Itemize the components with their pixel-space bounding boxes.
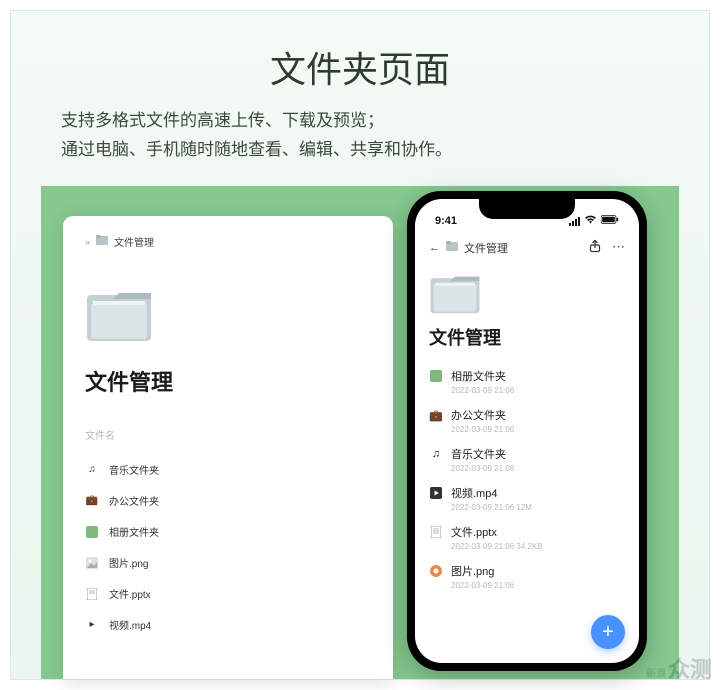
back-icon[interactable]: ← <box>429 242 440 254</box>
file-meta: 2022-03-09 21:06 <box>451 425 625 434</box>
breadcrumb[interactable]: » 文件管理 <box>85 234 371 249</box>
file-name: 音乐文件夹 <box>109 462 159 477</box>
folder-hero-icon <box>85 287 153 343</box>
file-row[interactable]: 视频.mp4 2022-03-09 21:06 12M <box>429 479 625 518</box>
folder-hero-icon <box>429 272 481 316</box>
file-name: 音乐文件夹 <box>451 446 506 462</box>
plus-icon: + <box>602 621 614 644</box>
breadcrumb-label[interactable]: 文件管理 <box>114 234 154 249</box>
desc-line-1: 支持多格式文件的高速上传、下载及预览； <box>61 107 659 136</box>
page-description: 支持多格式文件的高速上传、下载及预览； 通过电脑、手机随时随地查看、编辑、共享和… <box>61 107 659 165</box>
device-stage: » 文件管理 文件管理 文件名 ♫ 音乐文件夹 💼 办公文件夹 相 <box>41 186 679 679</box>
battery-icon <box>601 215 619 227</box>
file-name: 相册文件夹 <box>109 524 159 539</box>
phone-notch <box>479 199 575 219</box>
file-name: 办公文件夹 <box>109 493 159 508</box>
file-meta: 2022-03-09 21:06 <box>451 581 625 590</box>
phone-title: 文件管理 <box>429 324 625 350</box>
video-icon: ▸ <box>85 618 99 632</box>
phone-header: ← 文件管理 ⋯ <box>429 239 625 256</box>
file-row[interactable]: 文件.pptx <box>85 578 371 609</box>
file-name: 视频.mp4 <box>109 617 151 632</box>
file-meta: 2022-03-09 21:06 34.2KB <box>451 542 625 551</box>
file-name: 文件.pptx <box>451 524 497 540</box>
file-row[interactable]: ▸ 视频.mp4 <box>85 609 371 640</box>
music-icon: ♫ <box>429 447 443 461</box>
watermark-big: 众测 <box>668 652 712 684</box>
file-meta: 2022-03-09 21:06 <box>451 386 625 395</box>
image-icon <box>85 556 99 570</box>
file-row[interactable]: 💼 办公文件夹 <box>85 485 371 516</box>
document-icon <box>429 525 443 539</box>
file-row[interactable]: 文件.pptx 2022-03-09 21:06 34.2KB <box>429 518 625 557</box>
file-name: 视频.mp4 <box>451 485 497 501</box>
file-row[interactable]: 💼 办公文件夹 2022-03-09 21:06 <box>429 401 625 440</box>
add-button[interactable]: + <box>591 615 625 649</box>
share-icon[interactable] <box>588 239 602 256</box>
file-name: 文件.pptx <box>109 586 151 601</box>
file-meta: 2022-03-09 21:06 <box>451 464 625 473</box>
file-row[interactable]: 相册文件夹 2022-03-09 21:06 <box>429 362 625 401</box>
column-header-filename: 文件名 <box>85 427 371 442</box>
file-row[interactable]: ♫ 音乐文件夹 2022-03-09 21:06 <box>429 440 625 479</box>
status-time: 9:41 <box>435 215 457 227</box>
briefcase-icon: 💼 <box>429 408 443 422</box>
album-icon <box>429 369 443 383</box>
promo-frame: 文件夹页面 支持多格式文件的高速上传、下载及预览； 通过电脑、手机随时随地查看、… <box>10 10 710 680</box>
document-icon <box>85 587 99 601</box>
file-row[interactable]: 相册文件夹 <box>85 516 371 547</box>
file-row[interactable]: 图片.png <box>85 547 371 578</box>
phone-breadcrumb-label[interactable]: 文件管理 <box>464 240 508 256</box>
watermark: 新浪 众测 <box>646 652 712 684</box>
page-title: 文件夹页面 <box>41 41 679 93</box>
album-icon <box>85 525 99 539</box>
file-row[interactable]: 图片.png 2022-03-09 21:06 <box>429 557 625 596</box>
desc-line-2: 通过电脑、手机随时随地查看、编辑、共享和协作。 <box>61 136 659 165</box>
music-icon: ♫ <box>85 463 99 477</box>
wifi-icon <box>584 215 597 227</box>
desktop-title: 文件管理 <box>85 365 371 397</box>
file-name: 办公文件夹 <box>451 407 506 423</box>
file-name: 图片.png <box>451 563 494 579</box>
folder-mini-icon <box>96 235 108 248</box>
desktop-app-panel: » 文件管理 文件管理 文件名 ♫ 音乐文件夹 💼 办公文件夹 相 <box>63 216 393 679</box>
file-name: 图片.png <box>109 555 148 570</box>
breadcrumb-expand-icon[interactable]: » <box>85 237 90 247</box>
cellular-icon <box>569 217 580 226</box>
folder-mini-icon <box>446 241 458 254</box>
file-name: 相册文件夹 <box>451 368 506 384</box>
file-row[interactable]: ♫ 音乐文件夹 <box>85 454 371 485</box>
status-indicators <box>569 215 619 227</box>
watermark-small: 新浪 <box>646 665 666 680</box>
briefcase-icon: 💼 <box>85 494 99 508</box>
file-meta: 2022-03-09 21:06 12M <box>451 503 625 512</box>
video-icon <box>429 486 443 500</box>
phone-device-frame: 9:41 ← 文件管理 ⋯ <box>407 191 647 671</box>
more-icon[interactable]: ⋯ <box>612 239 625 256</box>
image-icon <box>429 564 443 578</box>
phone-screen: 9:41 ← 文件管理 ⋯ <box>415 199 639 663</box>
